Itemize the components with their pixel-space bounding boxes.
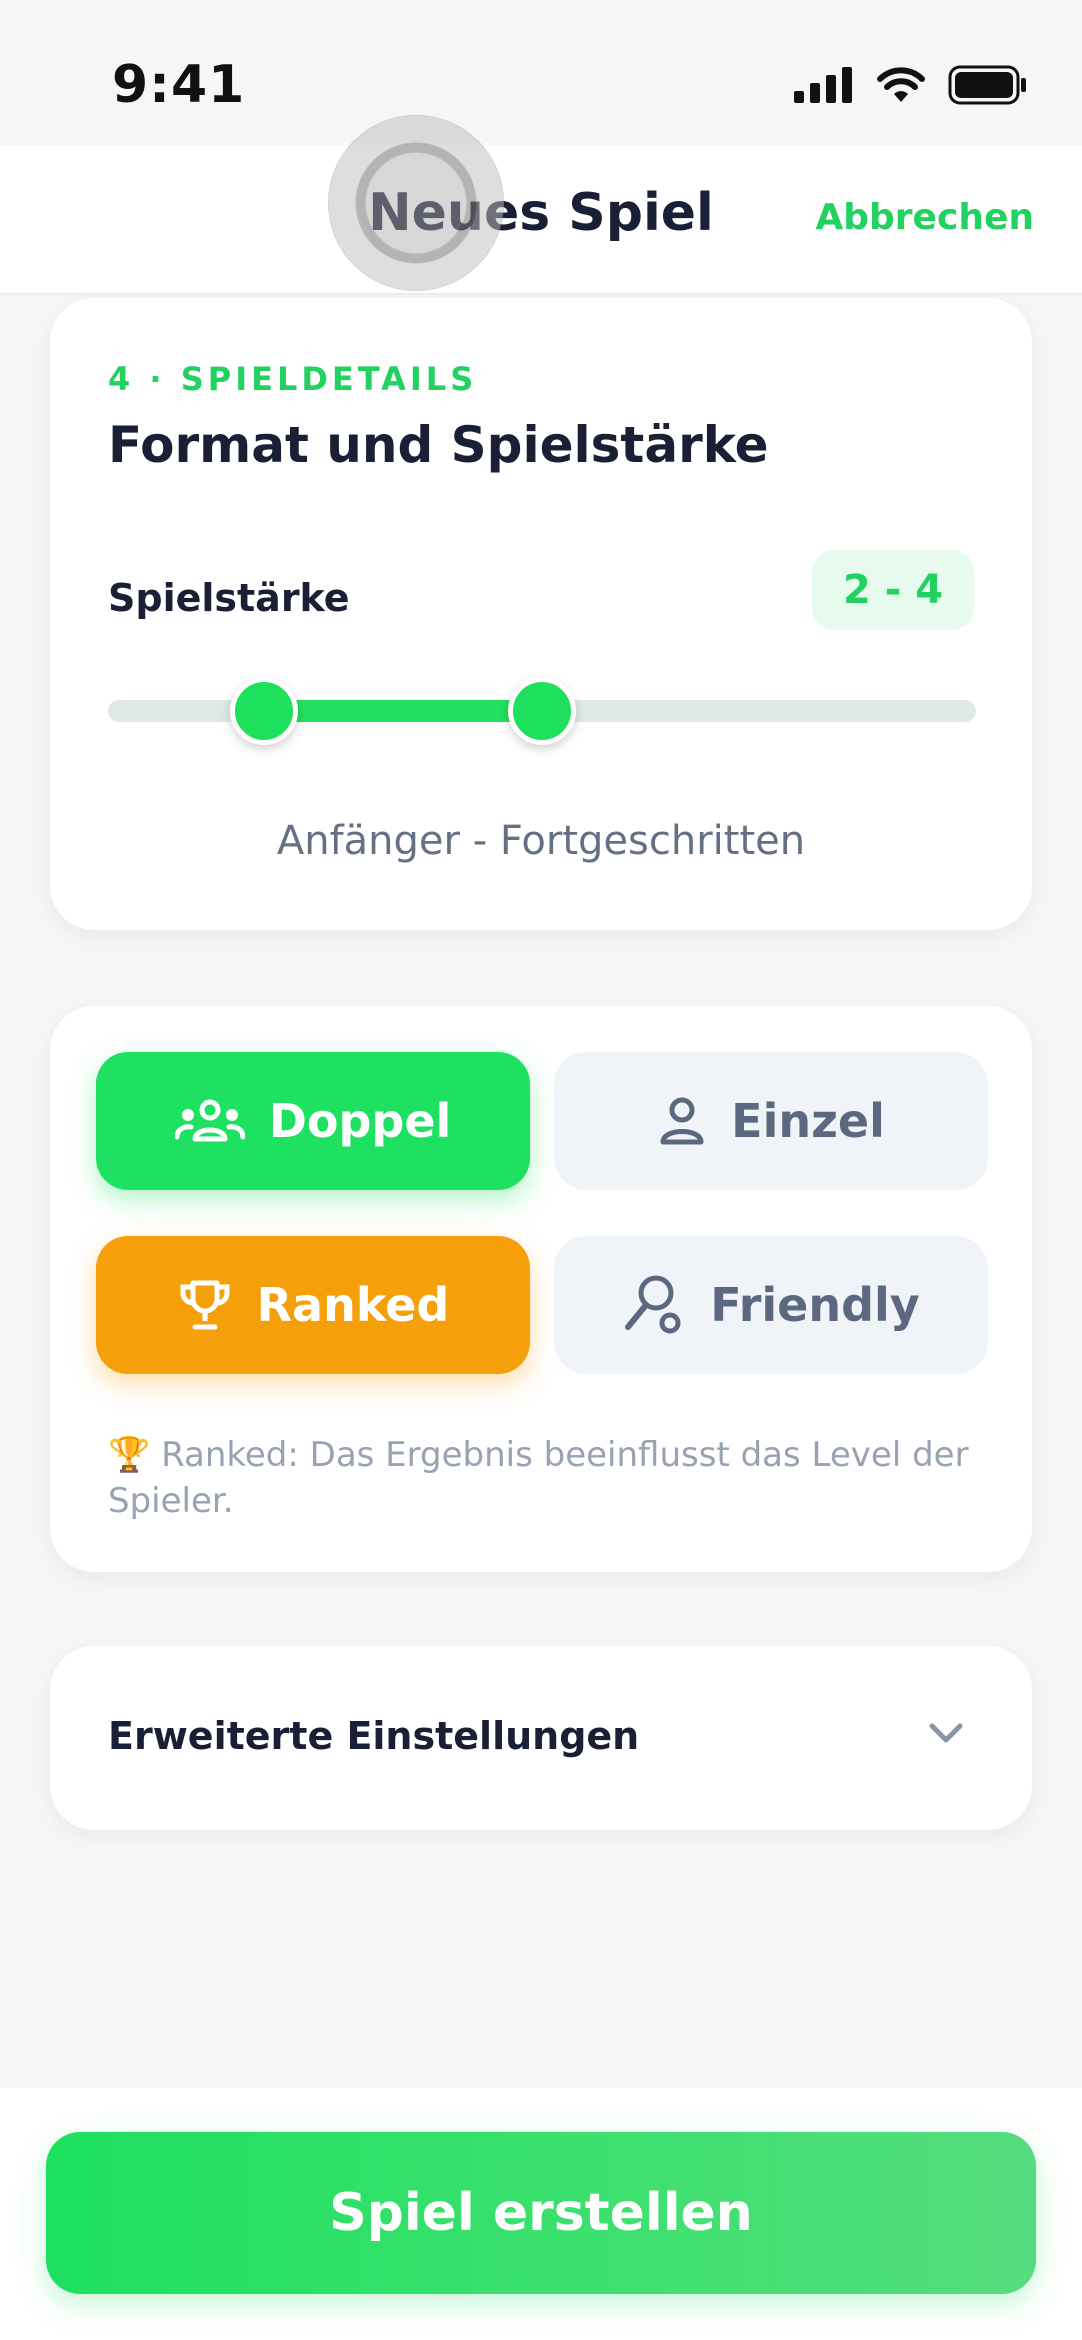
racket-icon — [622, 1273, 686, 1337]
skill-level-label: Spielstärke — [108, 576, 350, 620]
advanced-settings-row[interactable]: Erweiterte Einstellungen — [50, 1646, 1032, 1830]
skill-level-badge: 2 - 4 — [812, 550, 974, 630]
status-icons — [794, 62, 1028, 108]
step-label: 4 · SPIELDETAILS — [108, 360, 478, 398]
skill-slider-thumb-min[interactable] — [230, 677, 299, 745]
wifi-icon — [876, 66, 926, 104]
doppel-option-button[interactable]: Doppel — [96, 1052, 530, 1190]
advanced-settings-label: Erweiterte Einstellungen — [108, 1714, 640, 1758]
cancel-button[interactable]: Abbrechen — [815, 197, 1034, 238]
einzel-label: Einzel — [731, 1094, 885, 1148]
ranked-info-note: 🏆 Ranked: Das Ergebnis beeinflusst das L… — [108, 1435, 969, 1521]
cellular-signal-icon — [794, 67, 854, 103]
card-heading: Format und Spielstärke — [108, 416, 769, 474]
battery-icon — [948, 65, 1028, 105]
group-icon — [174, 1099, 245, 1143]
friendly-label: Friendly — [710, 1278, 920, 1332]
skill-range-text: Anfänger - Fortgeschritten — [276, 818, 806, 864]
einzel-option-button[interactable]: Einzel — [554, 1052, 988, 1190]
status-bar: 9:41 — [0, 0, 1082, 145]
bottom-action-bar: Spiel erstellen — [0, 2088, 1082, 2340]
doppel-label: Doppel — [268, 1094, 452, 1148]
friendly-option-button[interactable]: Friendly — [554, 1236, 988, 1374]
skill-slider-fill — [264, 700, 542, 722]
format-card: Doppel Einzel Ranked Friendly 🏆 Ranked: … — [50, 1006, 1032, 1572]
create-game-button[interactable]: Spiel erstellen — [46, 2132, 1036, 2294]
nav-header: Neues Spiel Abbrechen — [0, 145, 1082, 295]
ranked-label: Ranked — [256, 1278, 450, 1332]
chevron-down-icon — [926, 1720, 966, 1746]
ranked-option-button[interactable]: Ranked — [96, 1236, 530, 1374]
game-details-card: 4 · SPIELDETAILS Format und Spielstärke … — [50, 298, 1032, 930]
skill-slider-thumb-max[interactable] — [508, 677, 576, 745]
trophy-icon — [177, 1277, 233, 1333]
touch-indicator — [328, 115, 504, 291]
person-icon — [657, 1096, 707, 1146]
status-time: 9:41 — [112, 55, 246, 115]
